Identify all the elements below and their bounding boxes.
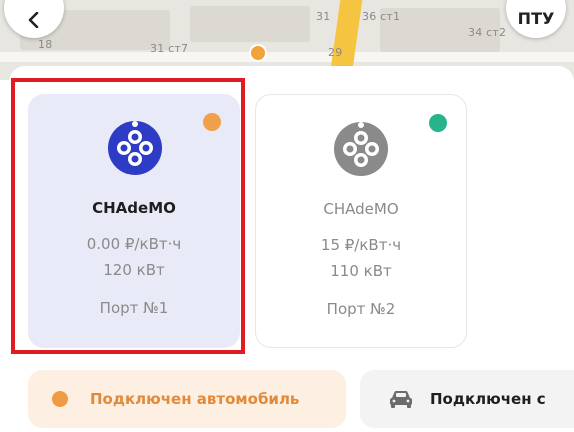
- connector-power: 110 кВт: [330, 262, 392, 280]
- car-icon: [390, 391, 412, 408]
- status-chip-connected[interactable]: Подключен с: [360, 370, 574, 428]
- chademo-connector-icon: [334, 122, 388, 176]
- connector-price: 15 ₽/кВт·ч: [320, 236, 402, 254]
- status-chip-car-connected[interactable]: Подключен автомобиль: [28, 370, 346, 428]
- map-label: 18: [38, 38, 53, 51]
- map-control-label: ПТУ: [517, 9, 555, 28]
- connector-card-port-2[interactable]: CHAdeMO 15 ₽/кВт·ч 110 кВт Порт №2: [255, 94, 467, 348]
- connector-port: Порт №1: [99, 299, 169, 317]
- connector-port: Порт №2: [326, 300, 396, 318]
- status-dot-icon: [429, 114, 447, 132]
- connector-card-port-1[interactable]: CHAdeMO 0.00 ₽/кВт·ч 120 кВт Порт №1: [28, 94, 240, 348]
- map-label: 34 ст2: [468, 26, 507, 39]
- chademo-connector-icon: [108, 121, 162, 175]
- map-road: [0, 52, 574, 62]
- status-dot-icon: [203, 113, 221, 131]
- status-dot-icon: [52, 391, 68, 407]
- map-pin-icon[interactable]: [249, 44, 267, 62]
- chevron-left-icon: [28, 12, 39, 28]
- connector-type: CHAdeMO: [92, 199, 176, 217]
- map-building: [190, 6, 310, 42]
- connector-price: 0.00 ₽/кВт·ч: [86, 235, 182, 253]
- connector-power: 120 кВт: [103, 261, 165, 279]
- status-chip-label: Подключен автомобиль: [90, 390, 300, 408]
- map-label: 36 ст1: [362, 10, 401, 23]
- map-label: 31 ст7: [150, 42, 189, 55]
- status-chip-label: Подключен с: [430, 390, 546, 408]
- connector-type: CHAdeMO: [323, 200, 399, 218]
- map-label: 31: [316, 10, 331, 23]
- map-label: 29: [328, 46, 343, 59]
